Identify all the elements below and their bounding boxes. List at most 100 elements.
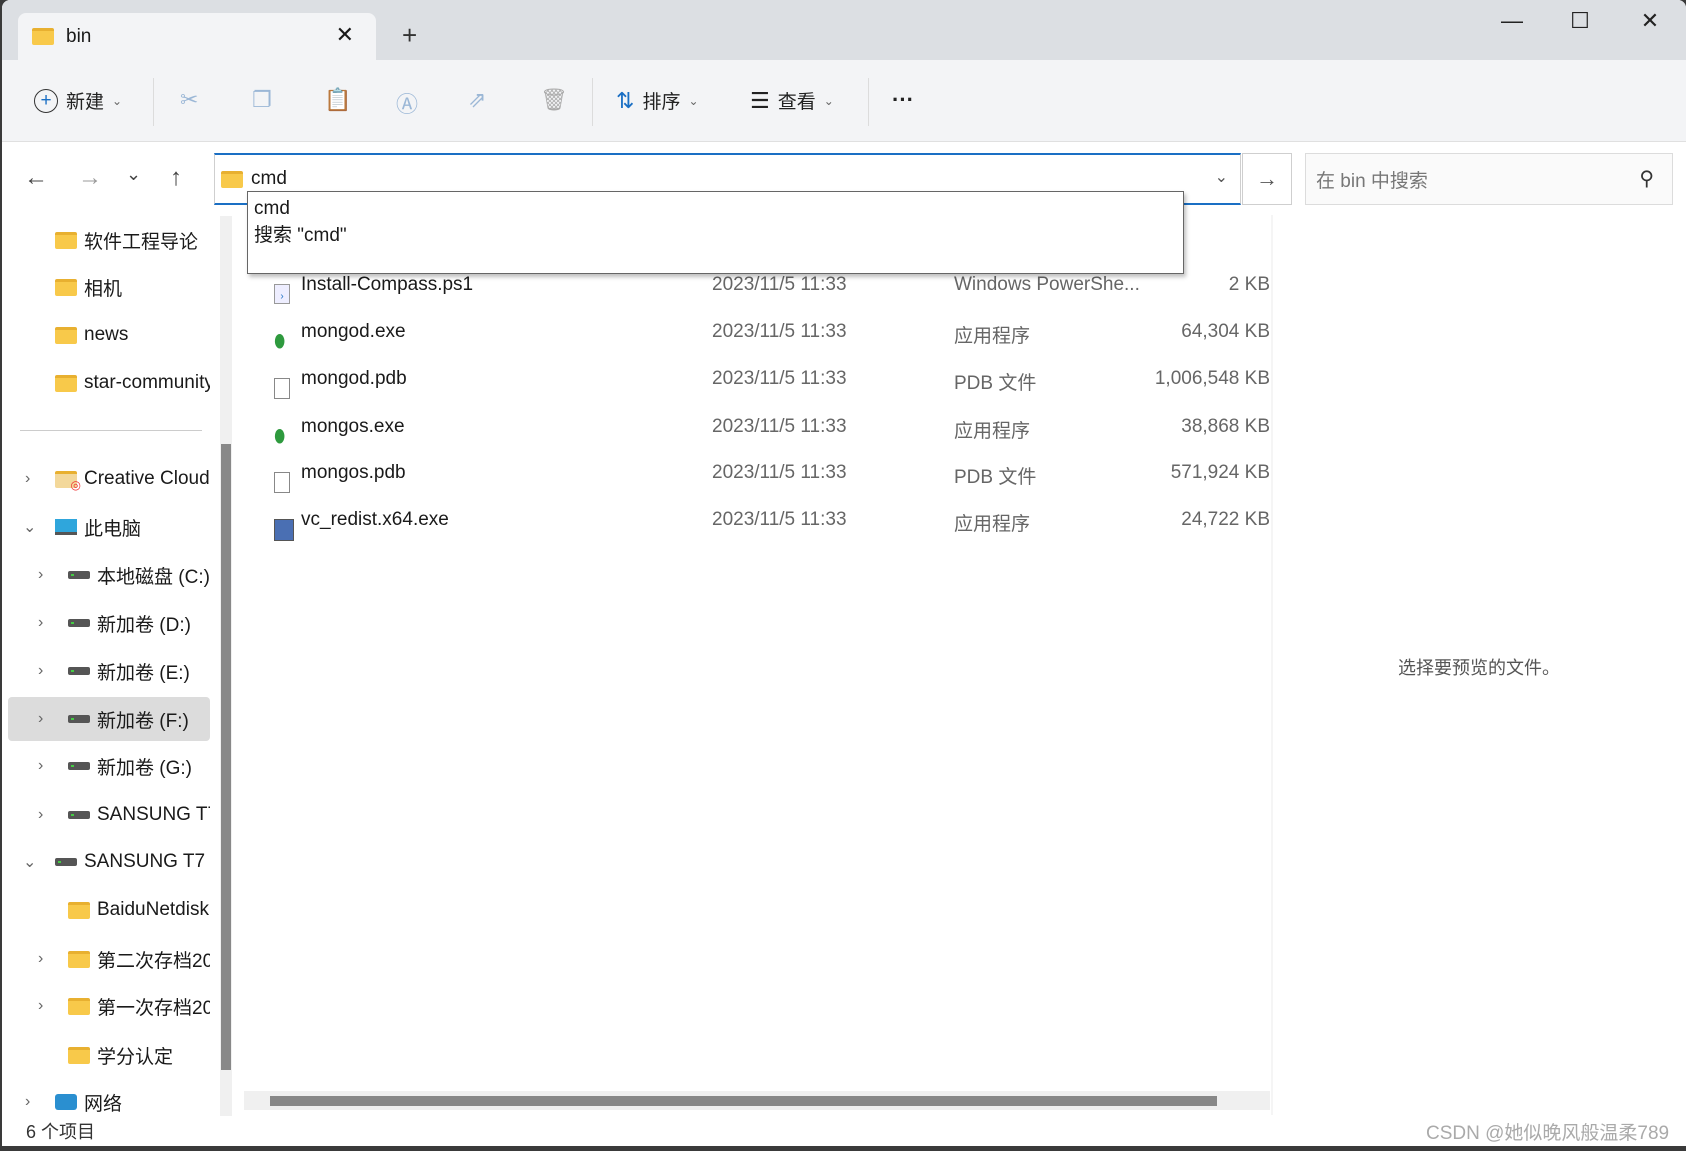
suggestion-item[interactable]: 搜索 "cmd" [254,222,1177,249]
cut-icon[interactable]: ✂ [180,87,198,113]
chevron-right-icon[interactable]: › [38,950,43,968]
command-bar: + 新建 ⌄ ✂ ❐ 📋 Ⓐ ⇗ 🗑 ⇅ 排序 ⌄ ☰ 查看 ⌄ ··· [2,60,1686,142]
chevron-down-icon[interactable]: ⌄ [23,852,36,872]
chevron-down-icon[interactable]: ⌄ [23,517,36,537]
sidebar-item[interactable]: › 本地磁盘 (C:) [2,553,210,597]
delete-icon[interactable]: 🗑 [540,87,568,113]
arrow-right-icon: → [1256,166,1278,191]
file-type: PDB 文件 [954,467,1037,488]
sidebar-item[interactable]: star-community [2,361,210,405]
search-box[interactable]: 在 bin 中搜索 ⚲ [1305,153,1673,205]
file-size: 1,006,548 KB [1154,368,1270,389]
more-options-button[interactable]: ··· [892,87,914,113]
sidebar-item[interactable]: › 新加卷 (E:) [2,649,210,693]
sidebar-item[interactable]: 相机 [2,265,210,309]
file-row[interactable]: ⬮ mongod.exe 2023/11/5 11:33 应用程序 64,304… [244,310,1270,354]
chevron-right-icon[interactable]: › [38,566,43,584]
up-button[interactable]: ↑ [170,164,182,192]
recent-locations-button[interactable]: ⌄ [126,164,141,185]
copy-icon[interactable]: ❐ [252,87,272,113]
sidebar-item[interactable]: › 新加卷 (F:) [8,697,210,741]
sidebar-item-label: 第二次存档202 [97,950,210,972]
sidebar-item[interactable]: › 第一次存档202 [2,984,210,1028]
scrollbar-thumb[interactable] [221,444,231,1070]
file-row[interactable]: ⬮ mongos.exe 2023/11/5 11:33 应用程序 38,868… [244,405,1270,449]
file-size: 24,722 KB [1181,509,1270,530]
file-row[interactable]: vc_redist.x64.exe 2023/11/5 11:33 应用程序 2… [244,498,1270,542]
share-icon[interactable]: ⇗ [468,87,486,113]
sort-button[interactable]: ⇅ 排序 ⌄ [616,87,699,114]
sidebar-item[interactable]: 学分认定 [2,1033,210,1077]
minimize-button[interactable]: — [1482,8,1542,34]
sidebar-item[interactable]: news [2,313,210,357]
new-tab-button[interactable]: + [402,20,417,51]
divider [592,78,593,126]
chevron-right-icon[interactable]: › [38,997,43,1015]
sidebar-item[interactable]: BaiduNetdisk [2,888,210,932]
sidebar-item-label: 新加卷 (D:) [97,614,191,636]
maximize-button[interactable]: ☐ [1550,8,1610,34]
close-window-button[interactable]: ✕ [1620,8,1680,34]
view-button[interactable]: ☰ 查看 ⌄ [750,87,834,114]
file-name: mongos.pdb [301,462,406,483]
chevron-right-icon[interactable]: › [25,470,30,488]
drive-icon [68,571,90,579]
sidebar-item[interactable]: › ◎ Creative Cloud [2,457,210,501]
chevron-right-icon[interactable]: › [38,662,43,680]
sidebar-item[interactable]: ⌄ SANSUNG T7 S [2,840,210,884]
scrollbar-thumb[interactable] [270,1096,1217,1106]
address-suggestions: cmd 搜索 "cmd" [247,191,1184,274]
chevron-down-icon[interactable]: ⌄ [1215,167,1228,187]
forward-button[interactable]: → [78,164,102,192]
chevron-down-icon: ⌄ [823,93,834,108]
chevron-right-icon[interactable]: › [38,806,43,824]
suggestion-item[interactable]: cmd [254,195,1177,222]
sidebar-item[interactable]: › SANSUNG T7 [2,793,210,837]
sidebar-item-label: 新加卷 (F:) [97,710,189,732]
drive-icon [55,858,77,866]
chevron-right-icon[interactable]: › [38,614,43,632]
tab-bin[interactable]: bin ✕ [18,13,376,60]
sidebar-item[interactable]: ⌄ 此电脑 [2,505,210,549]
sidebar-item[interactable]: › 新加卷 (D:) [2,601,210,645]
file-row[interactable]: mongod.pdb 2023/11/5 11:33 PDB 文件 1,006,… [244,357,1270,401]
sidebar-item-label: 此电脑 [84,518,142,540]
address-input[interactable]: cmd [251,168,287,190]
folder-icon [68,1046,90,1064]
new-button[interactable]: + 新建 ⌄ [34,87,122,114]
sort-label: 排序 [642,92,681,113]
file-date: 2023/11/5 11:33 [712,416,847,437]
creative-cloud-icon: ◎ [55,470,81,492]
sidebar-item[interactable]: 软件工程导论 [2,218,210,262]
sidebar-item[interactable]: › 新加卷 (G:) [2,744,210,788]
file-row[interactable]: mongos.pdb 2023/11/5 11:33 PDB 文件 571,92… [244,451,1270,495]
sidebar-item-label: news [84,324,129,345]
sidebar-item-label: 新加卷 (G:) [97,757,192,779]
sidebar-item-label: Creative Cloud [84,468,210,489]
rename-icon[interactable]: Ⓐ [396,87,418,119]
new-label: 新建 [66,92,105,113]
drive-icon [68,715,90,723]
file-date: 2023/11/5 11:33 [712,274,847,295]
chevron-right-icon[interactable]: › [38,710,43,728]
sidebar-item-label: 学分认定 [97,1046,174,1068]
plus-circle-icon: + [34,88,58,113]
horizontal-scrollbar[interactable] [244,1091,1270,1110]
sidebar-item[interactable]: › 第二次存档202 [2,937,210,981]
search-icon[interactable]: ⚲ [1639,166,1654,191]
search-input[interactable]: 在 bin 中搜索 [1316,166,1428,193]
sidebar-item-label: 网络 [84,1093,123,1115]
divider [868,78,869,126]
chevron-right-icon[interactable]: › [25,1093,30,1111]
go-button[interactable]: → [1242,153,1292,205]
sidebar-scrollbar[interactable] [220,216,232,1116]
close-tab-button[interactable]: ✕ [336,22,354,48]
chevron-right-icon[interactable]: › [38,757,43,775]
sidebar-item-label: BaiduNetdisk [97,899,209,920]
file-size: 2 KB [1228,274,1270,295]
file-explorer-window: bin ✕ + — ☐ ✕ + 新建 ⌄ ✂ ❐ 📋 Ⓐ ⇗ 🗑 ⇅ 排序 ⌄ … [2,0,1686,1146]
back-button[interactable]: ← [24,164,48,192]
chevron-down-icon: ⌄ [688,93,699,108]
paste-icon[interactable]: 📋 [324,87,351,113]
file-name: Install-Compass.ps1 [301,274,474,295]
